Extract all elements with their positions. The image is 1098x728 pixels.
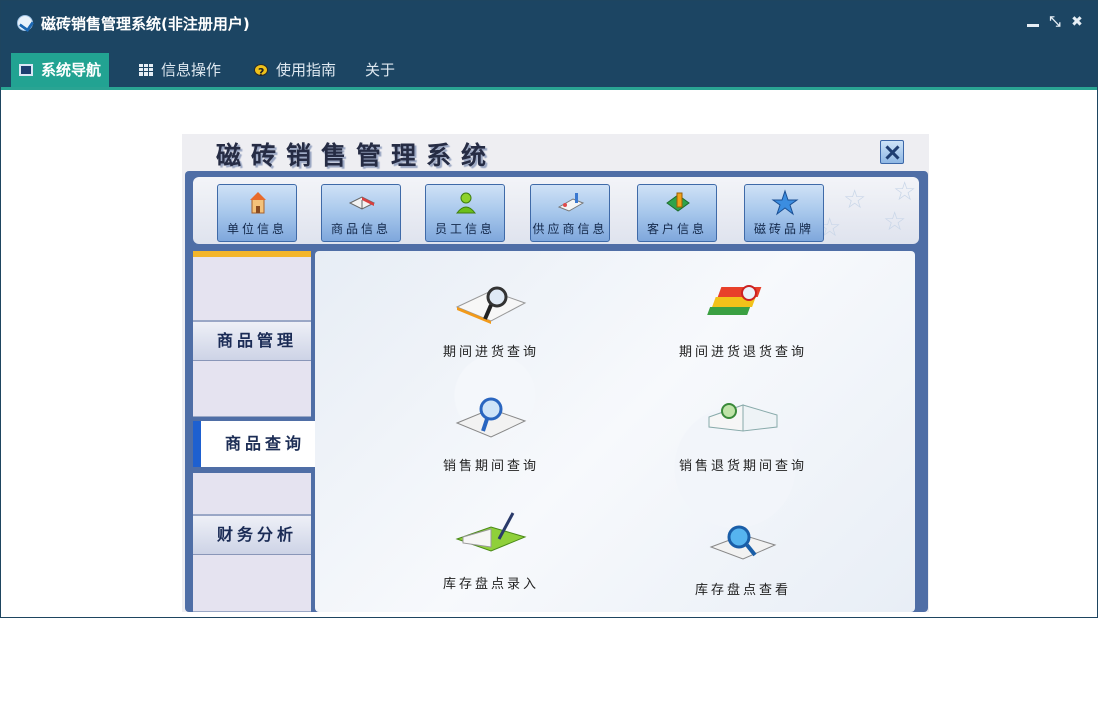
decor-star-icon: ☆: [883, 207, 907, 237]
toolbar-tile-brand-button[interactable]: 磁砖品牌: [744, 184, 824, 242]
decor-star-icon: ☆: [843, 185, 867, 215]
tab-label: 使用指南: [276, 61, 337, 79]
toolbar-button-label: 单位信息: [226, 222, 287, 236]
title-bar: 磁砖销售管理系统(非注册用户) ⤡ ✖: [1, 1, 1097, 44]
tab-label: 系统导航: [41, 61, 102, 79]
query-panel: 期间进货查询 期间进货退货查询 销售期间查询 销售退货期间查询 库存盘点录入 库…: [315, 251, 915, 612]
tab-label: 关于: [365, 61, 396, 79]
tab-about[interactable]: 关于: [357, 53, 403, 87]
query-sales-return-period[interactable]: 销售退货期间查询: [663, 391, 823, 474]
help-icon: [254, 56, 268, 90]
toolbar-supplier-info-button[interactable]: 供应商信息: [530, 184, 610, 242]
query-label: 期间进货查询: [442, 345, 539, 360]
close-icon[interactable]: ✖: [1069, 14, 1085, 30]
tab-label: 信息操作: [161, 61, 222, 79]
sidebar-slot: [193, 361, 311, 417]
sidebar: 商品管理 商品查询 财务分析: [193, 251, 317, 612]
app-logo-icon: [17, 15, 33, 31]
customer-icon: [666, 192, 690, 212]
inner-app-title: 磁砖销售管理系统: [216, 141, 497, 170]
toolbar-product-info-button[interactable]: 商品信息: [321, 184, 401, 242]
query-purchase-period[interactable]: 期间进货查询: [411, 277, 571, 360]
sidebar-slot: [193, 555, 311, 612]
decor-star-icon: ☆: [893, 177, 917, 207]
magnifier-book-icon: [455, 286, 527, 324]
toolbar-button-label: 供应商信息: [532, 222, 608, 236]
building-icon: [250, 192, 266, 214]
toolbar-button-label: 客户信息: [646, 222, 707, 236]
query-label: 库存盘点查看: [694, 583, 791, 598]
books-search-icon: [707, 285, 762, 315]
supplier-icon: [557, 193, 585, 212]
tab-system-nav[interactable]: 系统导航: [11, 53, 110, 87]
tab-user-guide[interactable]: 使用指南: [246, 53, 344, 90]
app-window: 磁砖销售管理系统(非注册用户) ⤡ ✖ 系统导航 信息操作 使用指南 关于 磁砖…: [0, 0, 1098, 618]
toolbar-unit-info-button[interactable]: 单位信息: [217, 184, 297, 242]
toolbar: ☆ ☆ ☆ ☆ 单位信息 商品信息 员工信息 供应商信息 客户信息 磁砖品牌: [193, 177, 919, 244]
toolbar-employee-info-button[interactable]: 员工信息: [425, 184, 505, 242]
inner-app-panel: 磁砖销售管理系统 ☆ ☆ ☆ ☆ 单位信息 商品信息 员工信息 供应商信息 客户…: [182, 134, 929, 612]
star-icon: [771, 189, 799, 216]
toolbar-button-label: 商品信息: [330, 222, 391, 236]
inner-frame: ☆ ☆ ☆ ☆ 单位信息 商品信息 员工信息 供应商信息 客户信息 磁砖品牌 商…: [185, 171, 928, 612]
book-icon: [348, 196, 376, 210]
magnifier-book-icon: [709, 525, 777, 560]
query-label: 库存盘点录入: [442, 577, 539, 592]
query-inventory-view[interactable]: 库存盘点查看: [663, 515, 823, 598]
magnifier-book-icon: [455, 397, 527, 438]
query-sales-period[interactable]: 销售期间查询: [411, 391, 571, 474]
grid-icon: [139, 64, 153, 76]
sidebar-item-product-query[interactable]: 商品查询: [193, 421, 317, 467]
toolbar-button-label: 磁砖品牌: [753, 222, 814, 236]
restore-icon[interactable]: ⤡: [1047, 14, 1063, 30]
toolbar-button-label: 员工信息: [434, 222, 495, 236]
query-purchase-return-period[interactable]: 期间进货退货查询: [663, 277, 823, 360]
minimize-icon[interactable]: [1025, 14, 1041, 30]
query-label: 销售期间查询: [442, 459, 539, 474]
query-inventory-entry[interactable]: 库存盘点录入: [411, 509, 571, 592]
inner-close-icon[interactable]: [880, 140, 904, 164]
sidebar-item-product-management[interactable]: 商品管理: [193, 321, 311, 361]
query-label: 期间进货退货查询: [678, 345, 807, 360]
sidebar-slot: [193, 473, 311, 515]
tab-info-ops[interactable]: 信息操作: [131, 53, 229, 87]
nav-window-icon: [19, 64, 33, 76]
toolbar-customer-info-button[interactable]: 客户信息: [637, 184, 717, 242]
sidebar-slot: [193, 251, 311, 321]
query-label: 销售退货期间查询: [678, 459, 807, 474]
sidebar-item-finance-analysis[interactable]: 财务分析: [193, 515, 311, 555]
person-icon: [455, 192, 477, 214]
window-title: 磁砖销售管理系统(非注册用户): [41, 15, 250, 33]
open-book-icon: [708, 403, 778, 432]
pen-book-icon: [455, 512, 527, 552]
main-tab-bar: 系统导航 信息操作 使用指南 关于: [1, 44, 1097, 90]
